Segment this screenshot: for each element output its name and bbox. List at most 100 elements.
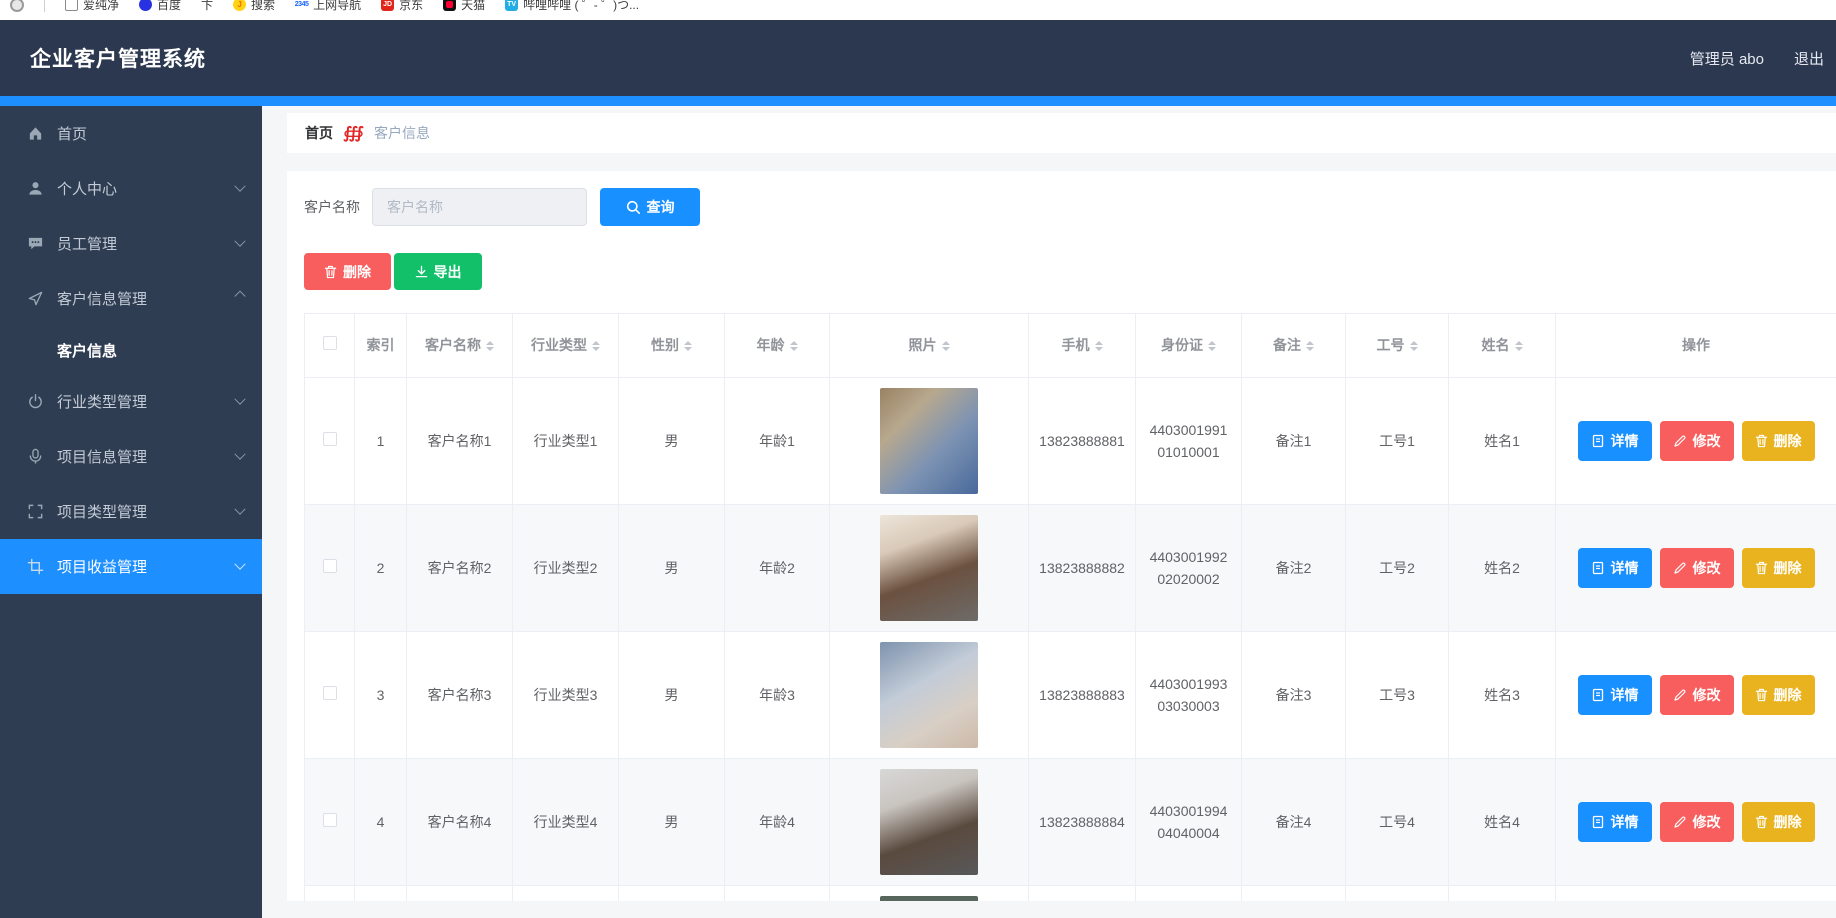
chevron-down-icon xyxy=(234,180,245,191)
sort-caret-icon[interactable] xyxy=(1410,337,1418,355)
sort-caret-icon[interactable] xyxy=(1095,337,1103,355)
delete-button[interactable]: 删除 xyxy=(1742,548,1815,588)
sort-caret-icon[interactable] xyxy=(1515,337,1523,355)
table-row: 4 客户名称4 行业类型4 男 年龄4 13823888884 44030019… xyxy=(305,759,1836,886)
bulk-delete-button[interactable]: 删除 xyxy=(304,253,391,290)
customer-table-card: 客户名称 查询 删除 导出 xyxy=(287,171,1836,901)
edit-button[interactable]: 修改 xyxy=(1660,802,1734,842)
bookmark-item[interactable]: 爱纯净 xyxy=(65,0,119,13)
delete-button[interactable]: 删除 xyxy=(1742,675,1815,715)
col-header-staffname[interactable]: 姓名 xyxy=(1449,314,1556,378)
sort-caret-icon[interactable] xyxy=(486,337,494,355)
sogou-icon: J xyxy=(233,0,246,11)
col-header-index: 索引 xyxy=(355,314,407,378)
sidebar-nav: 首页 个人中心 员工管理 客户信息管理 客户信息 xyxy=(0,106,262,918)
delete-button[interactable]: 删除 xyxy=(1742,421,1815,461)
table-row: 2 客户名称2 行业类型2 男 年龄2 13823888882 44030019… xyxy=(305,505,1836,632)
document-icon xyxy=(1591,434,1605,448)
col-header-age[interactable]: 年龄 xyxy=(725,314,830,378)
edit-button[interactable]: 修改 xyxy=(1660,548,1734,588)
chevron-down-icon xyxy=(234,448,245,459)
customer-table: 索引 客户名称 行业类型 性别 年龄 照片 手机 身份证 备注 工号 姓名 操作 xyxy=(304,313,1836,901)
sidebar-item-project-revenue-mgmt[interactable]: 项目收益管理 xyxy=(0,539,262,594)
chat-icon xyxy=(27,235,44,252)
delete-button[interactable]: 删除 xyxy=(1742,802,1815,842)
corner-brackets-icon xyxy=(27,503,44,520)
bookmark-item[interactable]: 百度 xyxy=(139,0,181,13)
divider xyxy=(44,0,45,12)
col-header-remark[interactable]: 备注 xyxy=(1242,314,1346,378)
row-checkbox[interactable] xyxy=(323,432,337,446)
user-icon xyxy=(27,180,44,197)
sidebar-item-employee-mgmt[interactable]: 员工管理 xyxy=(0,216,262,271)
bookmark-item[interactable]: J 搜索 xyxy=(233,0,275,13)
trash-icon xyxy=(1755,434,1768,448)
breadcrumb-home[interactable]: 首页 xyxy=(305,123,333,143)
sort-caret-icon[interactable] xyxy=(1306,337,1314,355)
customer-photo xyxy=(880,515,978,621)
pencil-icon xyxy=(1673,434,1687,448)
sidebar-subitem-customer-info[interactable]: 客户信息 xyxy=(0,326,262,374)
table-header-row: 索引 客户名称 行业类型 性别 年龄 照片 手机 身份证 备注 工号 姓名 操作 xyxy=(305,314,1836,378)
document-icon xyxy=(1591,561,1605,575)
edit-button[interactable]: 修改 xyxy=(1660,421,1734,461)
tmall-icon xyxy=(443,0,456,11)
customer-photo xyxy=(880,388,978,494)
detail-button[interactable]: 详情 xyxy=(1578,548,1652,588)
query-button[interactable]: 查询 xyxy=(600,188,700,226)
sidebar-item-customer-info-mgmt[interactable]: 客户信息管理 xyxy=(0,271,262,326)
sort-caret-icon[interactable] xyxy=(592,337,600,355)
pencil-icon xyxy=(1673,561,1687,575)
select-all-checkbox[interactable] xyxy=(323,336,337,350)
sort-caret-icon[interactable] xyxy=(790,337,798,355)
row-checkbox[interactable] xyxy=(323,559,337,573)
col-header-actions: 操作 xyxy=(1556,314,1836,378)
col-header-gender[interactable]: 性别 xyxy=(619,314,725,378)
browser-icon[interactable] xyxy=(10,0,24,12)
sort-caret-icon[interactable] xyxy=(942,337,950,355)
app-header: 企业客户管理系统 管理员 abo 退出 xyxy=(0,20,1836,96)
col-header-industry[interactable]: 行业类型 xyxy=(513,314,619,378)
bookmark-item[interactable]: 卞 xyxy=(201,0,213,13)
sort-caret-icon[interactable] xyxy=(684,337,692,355)
bookmark-item[interactable]: 天猫 xyxy=(443,0,485,13)
trash-icon xyxy=(1755,688,1768,702)
sidebar-item-home[interactable]: 首页 xyxy=(0,106,262,161)
detail-button[interactable]: 详情 xyxy=(1578,675,1652,715)
customer-name-input[interactable] xyxy=(372,188,587,226)
bookmark-item[interactable]: TV 哔哩哔哩 ( ゜- ゜)つ... xyxy=(505,0,639,13)
edit-button[interactable]: 修改 xyxy=(1660,675,1734,715)
home-icon xyxy=(27,125,44,142)
col-header-idcard[interactable]: 身份证 xyxy=(1136,314,1242,378)
trash-icon xyxy=(324,265,337,279)
sort-caret-icon[interactable] xyxy=(1208,337,1216,355)
sidebar-item-project-type-mgmt[interactable]: 项目类型管理 xyxy=(0,484,262,539)
detail-button[interactable]: 详情 xyxy=(1578,802,1652,842)
logout-link[interactable]: 退出 xyxy=(1794,48,1824,69)
table-row xyxy=(305,886,1836,902)
row-checkbox[interactable] xyxy=(323,813,337,827)
power-icon xyxy=(27,393,44,410)
breadcrumb-current: 客户信息 xyxy=(374,123,430,143)
bookmark-item[interactable]: JD 京东 xyxy=(381,0,423,13)
sidebar-item-industry-type-mgmt[interactable]: 行业类型管理 xyxy=(0,374,262,429)
bookmark-item[interactable]: 2345 上网导航 xyxy=(295,0,361,13)
sidebar-item-project-info-mgmt[interactable]: 项目信息管理 xyxy=(0,429,262,484)
export-button[interactable]: 导出 xyxy=(394,253,482,290)
search-icon xyxy=(626,200,641,215)
col-header-jobno[interactable]: 工号 xyxy=(1346,314,1449,378)
detail-button[interactable]: 详情 xyxy=(1578,421,1652,461)
row-checkbox[interactable] xyxy=(323,686,337,700)
current-user-label: 管理员 abo xyxy=(1690,48,1764,69)
jd-icon: JD xyxy=(381,0,394,11)
table-row: 3 客户名称3 行业类型3 男 年龄3 13823888883 44030019… xyxy=(305,632,1836,759)
document-icon xyxy=(1591,688,1605,702)
col-header-photo[interactable]: 照片 xyxy=(830,314,1029,378)
col-header-phone[interactable]: 手机 xyxy=(1029,314,1136,378)
breadcrumb-separator-glyph: ∰ xyxy=(343,123,364,143)
sidebar-item-personal-center[interactable]: 个人中心 xyxy=(0,161,262,216)
table-row: 1 客户名称1 行业类型1 男 年龄1 13823888881 44030019… xyxy=(305,378,1836,505)
col-header-name[interactable]: 客户名称 xyxy=(407,314,513,378)
microphone-icon xyxy=(27,448,44,465)
folder-icon xyxy=(65,0,78,11)
